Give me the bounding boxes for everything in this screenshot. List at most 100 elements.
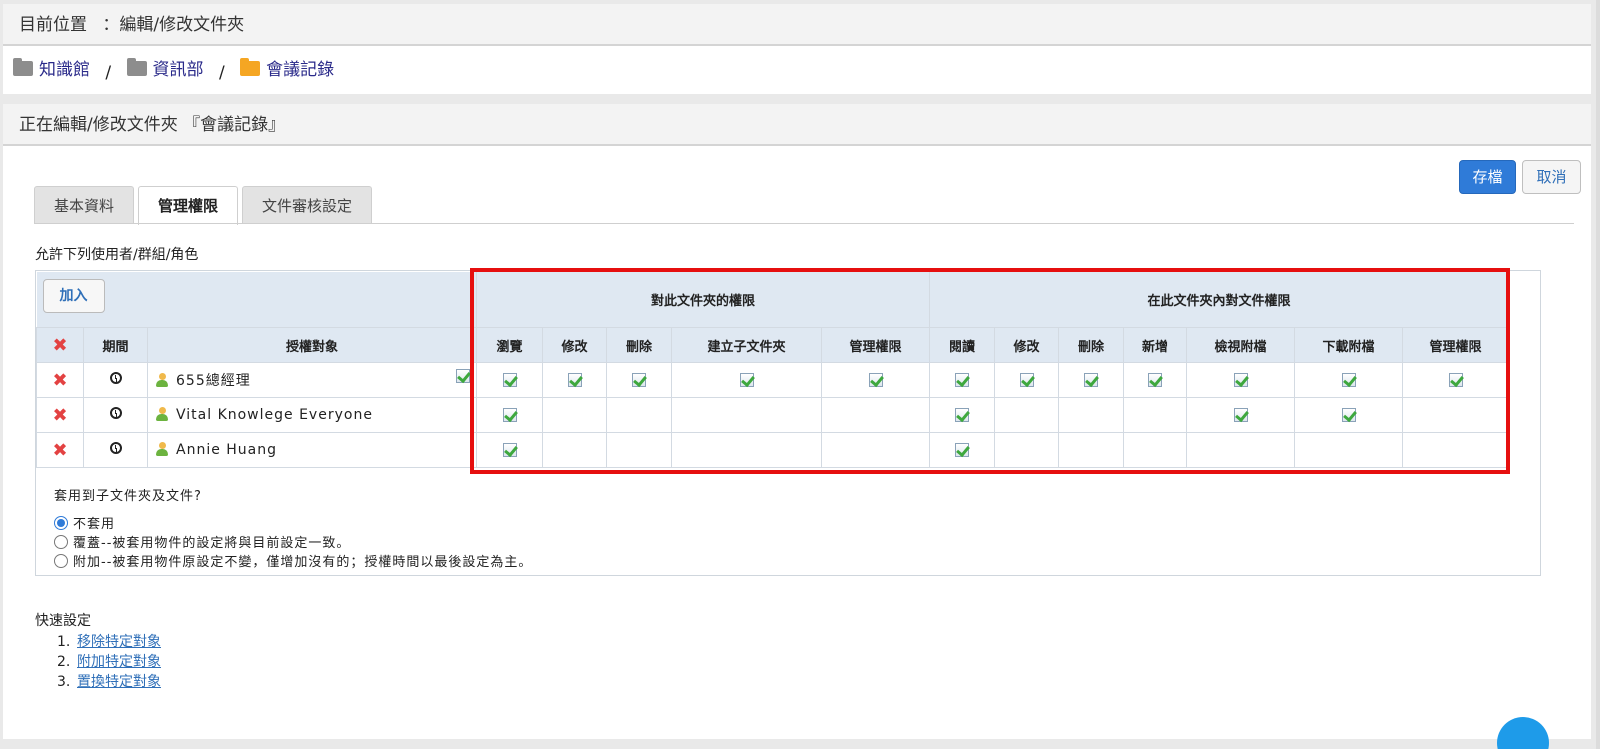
checked-icon[interactable] xyxy=(955,373,969,387)
checked-icon[interactable] xyxy=(1019,373,1034,387)
delete-icon[interactable]: ✖ xyxy=(52,370,67,391)
remove-subject-link[interactable]: 移除特定對象 xyxy=(77,634,161,650)
permission-cell[interactable] xyxy=(821,362,930,398)
quick-settings-title: 快速設定 xyxy=(35,613,91,629)
checked-icon[interactable] xyxy=(1341,408,1356,422)
checked-icon[interactable] xyxy=(632,373,646,387)
quick-item-number: 3. xyxy=(57,674,71,690)
save-button[interactable]: 存檔 xyxy=(1459,160,1516,194)
breadcrumb-item-knowledge[interactable]: 知識館 xyxy=(13,46,90,94)
tab-permissions[interactable]: 管理權限 xyxy=(138,186,239,225)
permission-cell[interactable] xyxy=(542,362,607,398)
location-header: 目前位置 ：編輯/修改文件夾 xyxy=(3,4,1591,46)
check-all-icon[interactable] xyxy=(456,369,470,383)
folder-icon xyxy=(126,57,147,76)
permission-cell[interactable] xyxy=(821,397,930,433)
apply-option-append[interactable]: 附加--被套用物件原設定不變，僅增加沒有的；授權時間以最後設定為主。 xyxy=(54,551,1540,570)
permission-cell[interactable] xyxy=(1402,397,1509,433)
period-cell[interactable] xyxy=(83,397,148,433)
permission-cell[interactable] xyxy=(542,397,607,433)
delete-cell[interactable]: ✖ xyxy=(36,432,84,468)
checked-icon[interactable] xyxy=(1341,373,1356,387)
checked-icon[interactable] xyxy=(502,373,517,387)
checked-icon[interactable] xyxy=(1148,373,1162,387)
permission-cell[interactable] xyxy=(1402,362,1509,398)
delete-icon[interactable]: ✖ xyxy=(52,335,67,356)
breadcrumb-item-meeting-records[interactable]: 會議記錄 xyxy=(240,46,334,94)
permission-cell[interactable] xyxy=(476,397,543,433)
col-view-attachment: 檢視附檔 xyxy=(1186,327,1295,363)
permission-cell[interactable] xyxy=(994,432,1059,468)
delete-icon[interactable]: ✖ xyxy=(52,405,67,426)
permission-cell[interactable] xyxy=(1058,432,1124,468)
clock-icon[interactable] xyxy=(109,407,122,419)
breadcrumb-item-it-dept[interactable]: 資訊部 xyxy=(126,46,204,94)
permission-cell[interactable] xyxy=(994,362,1059,398)
permission-cell[interactable] xyxy=(542,432,607,468)
permission-cell[interactable] xyxy=(476,432,543,468)
tab-basic-info[interactable]: 基本資料 xyxy=(34,186,135,224)
permission-cell[interactable] xyxy=(929,397,995,433)
permission-cell[interactable] xyxy=(606,362,672,398)
checked-icon[interactable] xyxy=(1233,408,1248,422)
permission-cell[interactable] xyxy=(1186,362,1295,398)
subject-name: Vital Knowlege Everyone xyxy=(176,407,373,423)
edit-panel: 正在編輯/修改文件夾 『會議記錄』 存檔 取消 基本資料 管理權限 文件審核設定… xyxy=(3,104,1591,739)
radio-button[interactable] xyxy=(54,534,68,549)
delete-icon[interactable]: ✖ xyxy=(52,440,67,461)
apply-option-none[interactable]: 不套用 xyxy=(54,513,1540,532)
permission-cell[interactable] xyxy=(929,362,995,398)
checked-icon[interactable] xyxy=(1084,373,1098,387)
checked-icon[interactable] xyxy=(868,373,883,387)
permission-cell[interactable] xyxy=(821,432,930,468)
checked-icon[interactable] xyxy=(955,408,969,422)
apply-section: 套用到子文件夾及文件? 不套用 覆蓋--被套用物件的設定將與目前設定一致。 附加… xyxy=(36,473,1540,570)
permission-cell[interactable] xyxy=(1186,432,1295,468)
add-button[interactable]: 加入 xyxy=(42,278,105,313)
permission-cell[interactable] xyxy=(476,362,543,398)
checked-icon[interactable] xyxy=(502,443,517,457)
permission-cell[interactable] xyxy=(671,432,822,468)
permission-cell[interactable] xyxy=(671,362,822,398)
permission-cell[interactable] xyxy=(671,397,822,433)
permission-cell[interactable] xyxy=(1123,432,1187,468)
permission-cell[interactable] xyxy=(1402,432,1509,468)
checked-icon[interactable] xyxy=(955,443,969,457)
permission-cell[interactable] xyxy=(606,397,672,433)
permission-cell[interactable] xyxy=(1058,362,1124,398)
apply-option-label: 不套用 xyxy=(73,517,116,532)
period-cell[interactable] xyxy=(83,362,148,398)
permission-cell[interactable] xyxy=(929,432,995,468)
permission-cell[interactable] xyxy=(1294,432,1403,468)
tab-review-settings[interactable]: 文件審核設定 xyxy=(242,186,373,224)
permission-cell[interactable] xyxy=(1294,362,1403,398)
clock-icon[interactable] xyxy=(109,372,122,384)
checked-icon[interactable] xyxy=(1233,373,1248,387)
permission-cell[interactable] xyxy=(1123,362,1187,398)
radio-button[interactable] xyxy=(54,553,68,568)
delete-cell[interactable]: ✖ xyxy=(36,362,84,398)
checked-icon[interactable] xyxy=(739,373,754,387)
delete-cell[interactable]: ✖ xyxy=(36,397,84,433)
scrollbar[interactable] xyxy=(1596,0,1600,749)
checked-icon[interactable] xyxy=(567,373,582,387)
radio-button[interactable] xyxy=(54,515,68,530)
permission-cell[interactable] xyxy=(1294,397,1403,433)
checked-icon[interactable] xyxy=(502,408,517,422)
permission-cell[interactable] xyxy=(994,397,1059,433)
period-cell[interactable] xyxy=(83,432,148,468)
column-header-row: ✖ 期間 授權對象 瀏覽 修改 刪除 建立子文件夾 管理權限 閱讀 修改 刪除 … xyxy=(36,327,1509,363)
permission-cell[interactable] xyxy=(1186,397,1295,433)
permission-cell[interactable] xyxy=(606,432,672,468)
replace-subject-link[interactable]: 置換特定對象 xyxy=(77,674,161,690)
delete-all-header[interactable]: ✖ xyxy=(36,327,84,363)
location-panel: 目前位置 ：編輯/修改文件夾 知識館 / 資訊部 / 會議記錄 xyxy=(3,4,1591,94)
cancel-button[interactable]: 取消 xyxy=(1522,160,1581,194)
clock-icon[interactable] xyxy=(109,442,122,454)
append-subject-link[interactable]: 附加特定對象 xyxy=(77,654,161,670)
apply-option-overwrite[interactable]: 覆蓋--被套用物件的設定將與目前設定一致。 xyxy=(54,532,1540,551)
col-folder-edit: 修改 xyxy=(542,327,607,363)
checked-icon[interactable] xyxy=(1448,373,1463,387)
permission-cell[interactable] xyxy=(1123,397,1187,433)
permission-cell[interactable] xyxy=(1058,397,1124,433)
